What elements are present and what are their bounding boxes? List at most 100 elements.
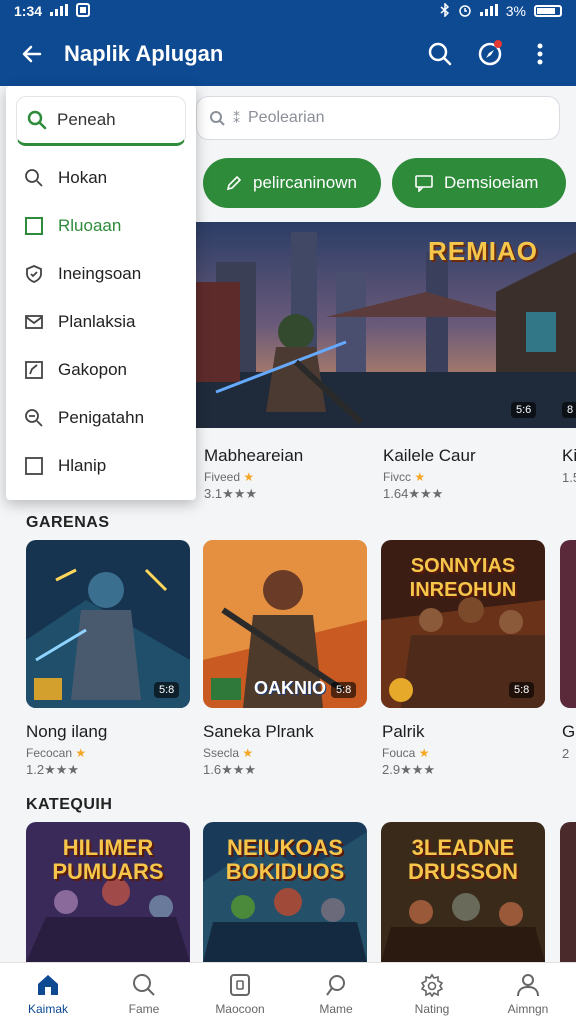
menu-item[interactable]: Gakopon [6,346,196,394]
menu-item[interactable]: Ineingsoan [6,250,196,298]
game-info[interactable]: Palrik Fouca ★ 2.9★★★ [382,722,435,778]
nav-item-location[interactable]: Mame [288,963,384,1024]
category-tile[interactable]: HILIMER PUMUARS [26,822,190,962]
app-subtitle: Fiveed [204,470,241,484]
overflow-menu-button[interactable] [520,34,560,74]
game-info[interactable]: Saneka Plrank Ssecla ★ 1.6★★★ [203,722,314,778]
status-time: 1:34 [14,3,43,19]
game-rating: 2 [562,746,570,761]
notification-icon [76,2,91,20]
game-rating: 2.9 [382,762,401,777]
mail-icon [25,315,43,329]
more-vertical-icon [537,43,543,65]
banner-badge: 8 [562,402,576,418]
search-icon [27,110,47,130]
bottom-navigation: Kaimak Fame Maocoon Mame Nating Aimngn [0,962,576,1024]
status-bar: 1:34 3% [0,0,576,22]
game-tile-text: OAKNIO [254,678,326,698]
app-name: Ki [562,446,576,465]
location-icon [326,974,345,996]
menu-item[interactable]: Planlaksia [6,298,196,346]
game-tile[interactable]: 5:8 [26,540,190,708]
nav-item-settings[interactable]: Nating [384,963,480,1024]
nav-item-library[interactable]: Maocoon [192,963,288,1024]
menu-item-label: Hokan [58,168,108,187]
zoom-icon [25,409,43,427]
game-name: Saneka Plrank [203,722,314,741]
explore-button[interactable] [470,34,510,74]
search-placeholder: Peolearian [248,109,325,126]
category-tile[interactable] [560,822,576,962]
notification-badge [494,40,502,48]
nav-label: Nating [414,1001,450,1016]
nav-label: Fame [128,1001,160,1016]
menu-item[interactable]: Hokan [6,154,196,202]
chip-label: Demsioeiam [444,173,539,192]
dropdown-menu: Peneah Hokan Rluoaan Ineingsoan Planlaks… [6,86,196,500]
game-badge: 5:8 [331,682,357,698]
star-icon: ★ [414,470,426,484]
battery-icon [534,5,562,17]
game-subtitle: Fecocan [26,746,73,760]
app-subtitle: Fivcc [383,470,411,484]
game-tile[interactable] [560,540,576,708]
category-tile-text: 3LEADNE DRUSSON [407,835,518,884]
game-name: Nong ilang [26,722,108,741]
alarm-icon [458,3,472,20]
rating-stars-icon: ★★★ [400,762,436,777]
checkbox-icon [25,217,43,235]
nav-item-account[interactable]: Aimngn [480,963,576,1024]
person-icon [517,973,539,996]
banner-title: REMIAO [428,236,538,266]
menu-item-label: Hlanip [58,456,107,475]
menu-item-label: Planlaksia [58,312,136,331]
category-artwork [560,822,576,962]
nav-label: Aimngn [507,1001,549,1016]
search-button[interactable] [420,34,460,74]
game-artwork [560,540,576,708]
back-button[interactable] [16,38,48,70]
game-name: Palrik [382,722,425,741]
menu-item[interactable]: Rluoaan [6,202,196,250]
rating-stars-icon: ★★★ [44,762,80,777]
square-icon [230,973,250,996]
search-field[interactable]: ⁑ Peolearian [196,96,560,140]
chat-icon [415,175,433,192]
app-rating: 1.5 [562,470,576,485]
featured-app-card[interactable]: Mabheareian Fiveed ★ 3.1★★★ [204,446,303,502]
game-info[interactable]: G 2 [562,722,576,761]
dropdown-search-value: Peneah [57,110,116,129]
nav-item-home[interactable]: Kaimak [0,963,96,1024]
category-tile[interactable]: NEIUKOAS BOKIDUOS [203,822,367,962]
app-name: Mabheareian [204,446,304,465]
game-info[interactable]: Nong ilang Fecocan ★ 1.2★★★ [26,722,107,778]
game-badge: 5:8 [509,682,535,698]
menu-item[interactable]: Penigatahn [6,394,196,442]
game-tile[interactable]: OAKNIO 5:8 [203,540,367,708]
featured-app-card[interactable]: Ki 1.5 [562,446,576,485]
dropdown-search-input[interactable]: Peneah [16,96,186,146]
search-icon [428,42,452,66]
star-icon: ★ [242,746,254,760]
featured-app-card[interactable]: Kailele Caur Fivcc ★ 1.64★★★ [383,446,476,502]
chip-create[interactable]: pelircaninown [203,158,381,208]
search-icon [133,973,155,996]
bluetooth-icon [440,1,450,20]
game-rating: 1.2 [26,762,45,777]
gear-icon [420,973,444,997]
nav-item-search[interactable]: Fame [96,963,192,1024]
chip-discuss[interactable]: Demsioeiam [392,158,566,208]
game-subtitle: Fouca [382,746,416,760]
menu-item-label: Penigatahn [58,408,145,427]
arrow-left-icon [22,45,42,63]
category-tile[interactable]: 3LEADNE DRUSSON [381,822,545,962]
game-tile[interactable]: SONNYIAS INREOHUN 5:8 [381,540,545,708]
category-tile-text: HILIMER PUMUARS [52,835,164,884]
game-badge: 5:8 [154,682,180,698]
page-title: Naplik Aplugan [64,41,224,66]
star-icon: ★ [243,470,255,484]
menu-item-label: Ineingsoan [58,264,142,283]
menu-item-label: Gakopon [58,360,127,379]
menu-item[interactable]: Hlanip [6,442,196,490]
featured-banner[interactable]: REMIAO 5:6 8 [196,222,576,428]
